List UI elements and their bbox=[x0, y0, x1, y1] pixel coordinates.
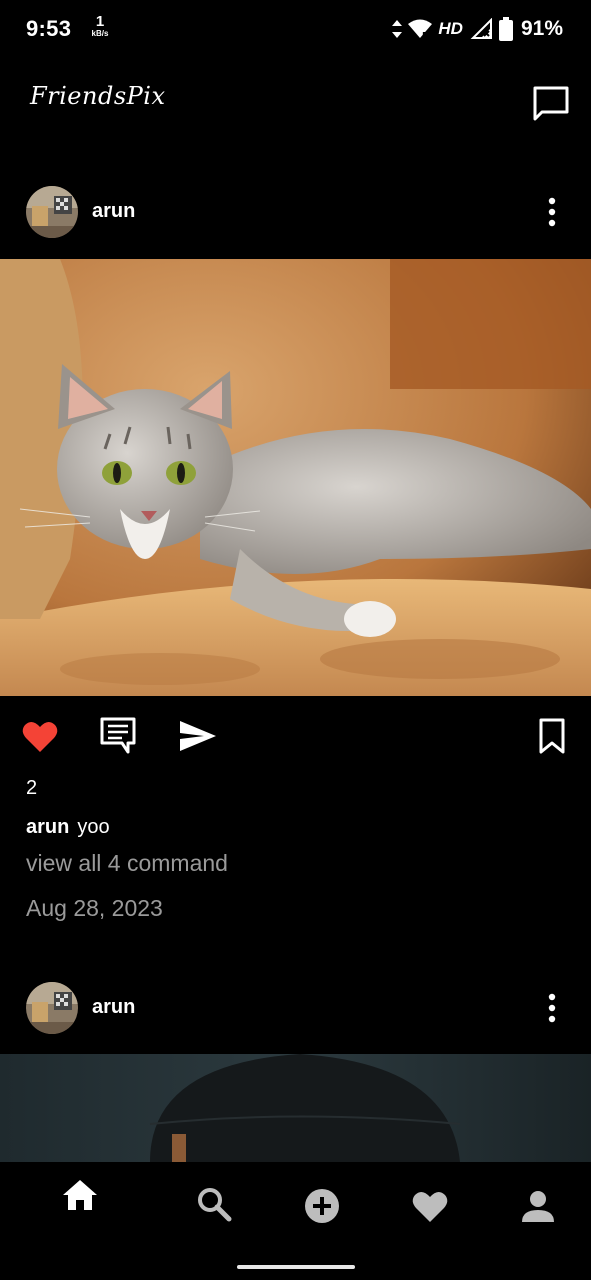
status-icons: 5 HD 91% bbox=[392, 16, 563, 42]
caption-text: yoo bbox=[77, 816, 110, 838]
post-caption: arun yoo bbox=[26, 816, 110, 839]
send-icon bbox=[180, 721, 216, 751]
battery-percent: 91% bbox=[520, 17, 563, 40]
bottom-navigation bbox=[0, 1162, 591, 1280]
likes-count[interactable]: 2 bbox=[26, 777, 37, 800]
post-actions bbox=[0, 710, 591, 764]
more-vertical-icon bbox=[548, 993, 556, 1023]
add-circle-icon bbox=[305, 1189, 339, 1223]
nav-profile[interactable] bbox=[518, 1186, 558, 1226]
comment-icon bbox=[100, 717, 136, 754]
post-options-button[interactable] bbox=[539, 196, 565, 228]
app-logo: FriendsPix bbox=[30, 82, 166, 110]
avatar[interactable] bbox=[26, 982, 78, 1034]
post-date: Aug 28, 2023 bbox=[26, 895, 163, 921]
wifi-icon: 5 bbox=[408, 19, 433, 39]
nav-home[interactable] bbox=[60, 1176, 100, 1216]
view-all-comments-link[interactable]: view all 4 command bbox=[26, 850, 228, 877]
post-image[interactable] bbox=[0, 259, 591, 696]
heart-icon bbox=[412, 1191, 448, 1222]
avatar-image bbox=[26, 186, 78, 238]
status-time: 9:53 bbox=[26, 16, 72, 41]
chat-bubble-icon bbox=[533, 86, 569, 121]
cat-photo bbox=[0, 259, 591, 696]
network-type-label: HD bbox=[438, 19, 463, 38]
home-icon bbox=[63, 1180, 97, 1210]
post-options-button[interactable] bbox=[539, 992, 565, 1024]
post-header: arun bbox=[0, 174, 591, 250]
share-button[interactable] bbox=[178, 716, 218, 756]
home-indicator[interactable] bbox=[237, 1265, 355, 1269]
app-header: FriendsPix bbox=[0, 68, 591, 138]
nav-search[interactable] bbox=[194, 1184, 234, 1224]
beanie-photo bbox=[0, 1054, 591, 1162]
nav-activity[interactable] bbox=[410, 1186, 450, 1226]
post-header: arun bbox=[0, 970, 591, 1046]
network-speed-value: 1 bbox=[95, 13, 105, 30]
like-button[interactable] bbox=[20, 716, 60, 756]
save-button[interactable] bbox=[532, 716, 572, 756]
network-speed-unit: kB/s bbox=[91, 29, 109, 38]
post-username[interactable]: arun bbox=[92, 200, 135, 223]
svg-text:5: 5 bbox=[422, 31, 428, 39]
more-vertical-icon bbox=[548, 197, 556, 227]
network-speed: 1 kB/s bbox=[88, 14, 112, 38]
post-username[interactable]: arun bbox=[92, 996, 135, 1019]
profile-icon bbox=[522, 1191, 554, 1222]
battery-icon bbox=[498, 17, 513, 41]
nav-add-post[interactable] bbox=[302, 1186, 342, 1226]
data-arrows-icon bbox=[392, 20, 403, 38]
messages-button[interactable] bbox=[531, 84, 571, 124]
heart-filled-icon bbox=[22, 721, 58, 752]
avatar[interactable] bbox=[26, 186, 78, 238]
search-icon bbox=[198, 1188, 232, 1222]
bookmark-icon bbox=[539, 718, 565, 754]
comment-button[interactable] bbox=[98, 716, 138, 756]
caption-username[interactable]: arun bbox=[26, 816, 69, 838]
signal-icon bbox=[470, 18, 492, 39]
avatar-image bbox=[26, 982, 78, 1034]
status-bar: 9:53 1 kB/s 5 HD 91% bbox=[0, 0, 591, 60]
post-image[interactable] bbox=[0, 1054, 591, 1162]
